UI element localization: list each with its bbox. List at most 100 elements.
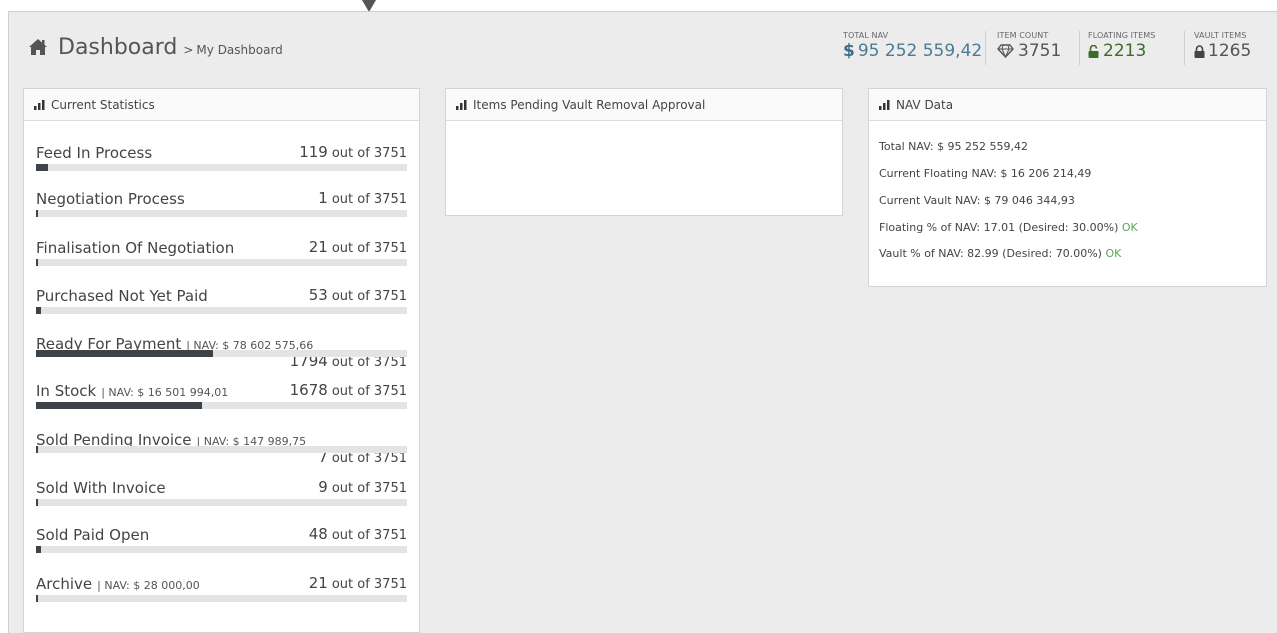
count-value: 48 — [308, 525, 328, 543]
progress-bar-fill — [36, 210, 38, 217]
stat-row[interactable]: Ready For Payment | NAV: $ 78 602 575,66 1… — [36, 334, 407, 374]
count-value: 119 — [299, 143, 328, 161]
progress-bar — [36, 546, 407, 553]
stat-row-title: Archive | NAV: $ 28 000,00 — [36, 574, 200, 593]
total-nav-stat: TOTAL NAV $ 95 252 559,42 — [843, 31, 982, 62]
stat-row-name: In Stock — [36, 382, 97, 400]
stat-row-title: Negotiation Process — [36, 189, 185, 208]
progress-bar — [36, 402, 407, 409]
stat-row-name: Finalisation Of Negotiation — [36, 239, 235, 257]
item-count-value: 3751 — [1018, 41, 1062, 61]
stat-row-count: 119 out of 3751 — [299, 143, 407, 161]
total-nav-value: 95 252 559,42 — [857, 41, 983, 61]
stat-row-count: 21 out of 3751 — [309, 238, 407, 256]
stat-row[interactable]: Negotiation Process 1 out of 3751 — [36, 189, 407, 217]
panel-header: Items Pending Vault Removal Approval — [446, 89, 842, 121]
progress-bar-fill — [36, 546, 41, 553]
count-total: out of 3751 — [331, 192, 407, 207]
stat-row-name: Sold Paid Open — [36, 526, 150, 544]
floating-status: OK — [1121, 221, 1138, 234]
vault-items-label: VAULT ITEMS — [1194, 31, 1247, 40]
count-total: out of 3751 — [331, 146, 407, 161]
progress-bar-fill — [36, 350, 213, 357]
stat-row[interactable]: Archive | NAV: $ 28 000,00 21 out of 3751 — [36, 574, 407, 602]
stat-divider — [1079, 31, 1080, 65]
panel-title: NAV Data — [896, 97, 954, 112]
stat-divider — [1184, 31, 1185, 65]
stat-row[interactable]: Feed In Process 119 out of 3751 — [36, 143, 407, 171]
vault-items-value: 1265 — [1208, 41, 1252, 61]
panel-header: NAV Data — [869, 89, 1266, 121]
count-total: out of 3751 — [331, 481, 407, 496]
stat-row-count: 53 out of 3751 — [309, 286, 407, 304]
vault-items-stat: VAULT ITEMS 1265 — [1194, 31, 1251, 62]
stat-row-count: 1678 out of 3751 — [290, 381, 407, 399]
progress-bar — [36, 307, 407, 314]
currency-symbol: $ — [843, 41, 855, 61]
count-value: 9 — [318, 478, 328, 496]
count-value: 21 — [308, 574, 328, 592]
stat-row-title: Purchased Not Yet Paid — [36, 286, 208, 305]
progress-bar — [36, 164, 407, 171]
stat-row[interactable]: Purchased Not Yet Paid 53 out of 3751 — [36, 286, 407, 314]
gem-icon — [997, 44, 1014, 58]
stat-row-title: In Stock | NAV: $ 16 501 994,01 — [36, 381, 228, 400]
stat-row[interactable]: Sold Paid Open 48 out of 3751 — [36, 525, 407, 553]
count-total: out of 3751 — [331, 577, 407, 592]
item-count-stat: ITEM COUNT 3751 — [997, 31, 1061, 62]
stat-row-title: Feed In Process — [36, 143, 152, 162]
total-nav-label: TOTAL NAV — [843, 31, 889, 40]
count-total: out of 3751 — [331, 241, 407, 256]
progress-bar-fill — [36, 499, 38, 506]
progress-bar-fill — [36, 595, 38, 602]
count-value: 53 — [308, 286, 328, 304]
page-title: Dashboard — [58, 35, 178, 60]
progress-bar — [36, 446, 407, 453]
floating-items-stat: FLOATING ITEMS 2213 — [1088, 31, 1155, 62]
breadcrumb: Dashboard > My Dashboard — [28, 35, 283, 60]
panel-title: Current Statistics — [51, 97, 155, 112]
count-total: out of 3751 — [331, 289, 407, 304]
vault-nav-line: Current Vault NAV: $ 79 046 344,93 — [879, 194, 1075, 207]
floating-pct-text: Floating % of NAV: 17.01 (Desired: 30.00… — [879, 221, 1119, 234]
unlock-icon — [1088, 44, 1099, 58]
floating-items-label: FLOATING ITEMS — [1088, 31, 1156, 40]
bar-chart-icon — [456, 99, 467, 110]
total-nav-line: Total NAV: $ 95 252 559,42 — [879, 140, 1029, 153]
progress-bar-fill — [36, 446, 38, 453]
breadcrumb-separator: > — [183, 43, 194, 57]
stat-row[interactable]: Sold Pending Invoice | NAV: $ 147 989,75 7… — [36, 430, 407, 470]
floating-pct-line: Floating % of NAV: 17.01 (Desired: 30.00… — [879, 221, 1138, 234]
stat-row-name: Sold With Invoice — [36, 479, 166, 497]
stat-row-count: 9 out of 3751 — [318, 478, 407, 496]
stat-row-name: Negotiation Process — [36, 190, 185, 208]
count-value: 1 — [318, 189, 328, 207]
panel-header: Current Statistics — [24, 89, 419, 121]
current-statistics-panel: Current Statistics Feed In Process 119 out… — [23, 88, 420, 633]
progress-bar — [36, 259, 407, 266]
count-value: 1678 — [289, 381, 328, 399]
stat-row-name: Feed In Process — [36, 144, 153, 162]
progress-bar-fill — [36, 259, 38, 266]
count-value: 21 — [308, 238, 328, 256]
progress-bar-fill — [36, 164, 48, 171]
vault-pct-text: Vault % of NAV: 82.99 (Desired: 70.00%) — [879, 247, 1102, 260]
count-total: out of 3751 — [331, 451, 407, 466]
item-count-label: ITEM COUNT — [997, 31, 1049, 40]
stat-row-nav: | NAV: $ 28 000,00 — [97, 579, 200, 592]
progress-bar-fill — [36, 307, 41, 314]
stat-row[interactable]: Finalisation Of Negotiation 21 out of 3751 — [36, 238, 407, 266]
home-icon — [29, 39, 47, 55]
floating-nav-line: Current Floating NAV: $ 16 206 214,49 — [879, 167, 1092, 180]
breadcrumb-current[interactable]: My Dashboard — [196, 43, 282, 57]
stat-row-title: Sold With Invoice — [36, 478, 166, 497]
pending-vault-removal-panel: Items Pending Vault Removal Approval — [445, 88, 843, 216]
stat-row[interactable]: Sold With Invoice 9 out of 3751 — [36, 478, 407, 506]
progress-bar — [36, 210, 407, 217]
stat-row-count: 21 out of 3751 — [309, 574, 407, 592]
stat-row-name: Purchased Not Yet Paid — [36, 287, 208, 305]
stat-row-count: 48 out of 3751 — [309, 525, 407, 543]
stat-row[interactable]: In Stock | NAV: $ 16 501 994,01 1678 out of… — [36, 381, 407, 409]
count-total: out of 3751 — [331, 384, 407, 399]
stat-row-name: Archive — [36, 575, 93, 593]
